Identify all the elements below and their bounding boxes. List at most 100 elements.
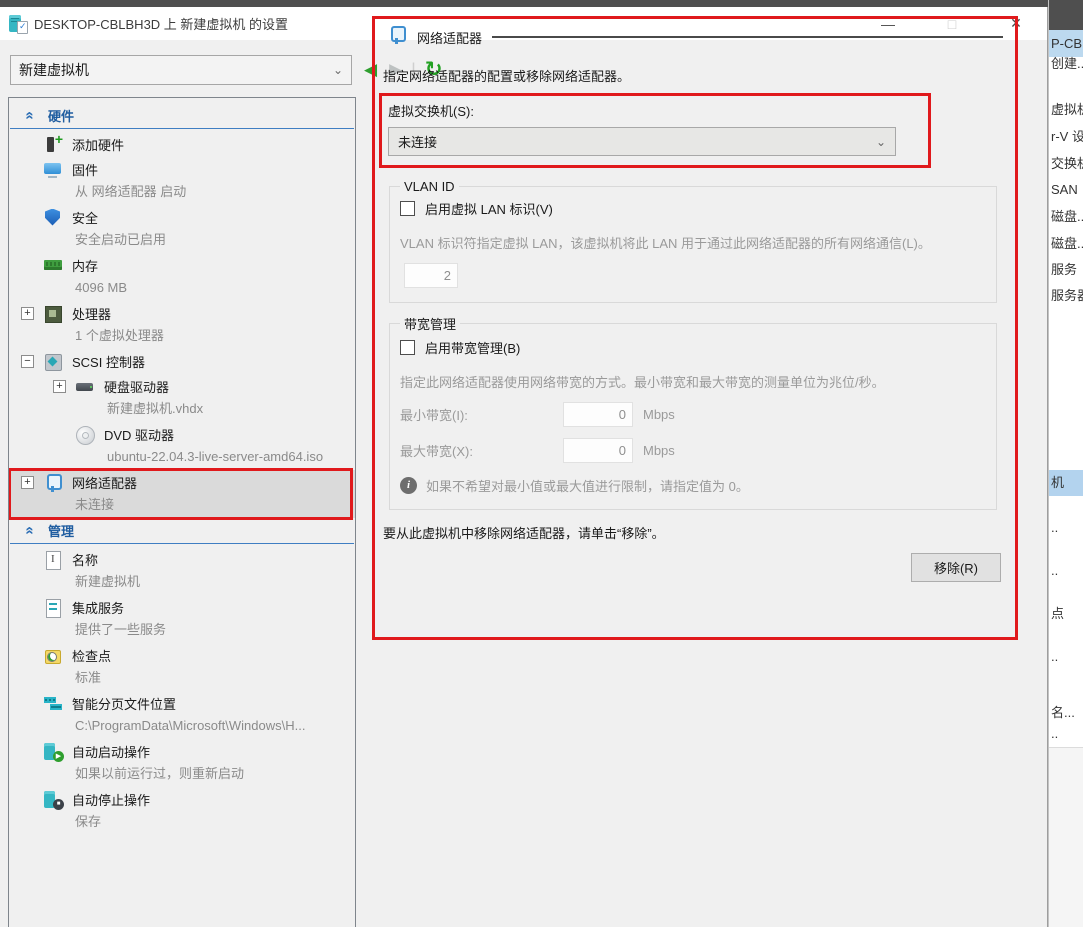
sidebar-item-integration[interactable]: 集成服务提供了一些服务 (9, 595, 355, 643)
background-item-fragment[interactable]: 磁盘... (1051, 208, 1083, 226)
add-hardware-icon (43, 135, 63, 155)
collapse-chevron-icon: « (22, 523, 39, 539)
vlan-id-input: 2 (404, 263, 458, 288)
virtual-switch-value: 未连接 (398, 132, 437, 151)
sidebar-item-label: 固件 (72, 160, 98, 179)
vm-settings-icon (8, 14, 28, 34)
sidebar-item-scsi[interactable]: − SCSI 控制器 (9, 349, 355, 374)
dialog-title: DESKTOP-CBLBH3D 上 新建虚拟机 的设置 (34, 14, 288, 33)
max-bandwidth-label: 最大带宽(X): (400, 441, 563, 460)
vlan-checkbox-label: 启用虚拟 LAN 标识(V) (425, 199, 553, 218)
vm-selector-value: 新建虚拟机 (19, 60, 89, 80)
sidebar-section-header[interactable]: «硬件 (10, 103, 354, 129)
sidebar-item-add-hardware[interactable]: 添加硬件 (9, 132, 355, 157)
background-item-fragment[interactable]: SAN (1051, 181, 1083, 199)
sidebar-item-processor[interactable]: + 处理器 1 个虚拟处理器 (9, 301, 355, 349)
virtual-switch-annotation: 虚拟交换机(S): 未连接 ⌄ (379, 93, 931, 168)
min-bandwidth-input: 0 (563, 402, 633, 427)
checkpoint-icon (43, 646, 63, 666)
vlan-group-title: VLAN ID (400, 179, 459, 194)
tree-expander[interactable]: + (53, 380, 66, 393)
sidebar-item-subtext: 保存 (9, 812, 355, 835)
sidebar-item-subtext: 新建虚拟机.vhdx (9, 399, 355, 422)
background-item-fragment[interactable]: 交换机 (1051, 155, 1083, 173)
sidebar-item-label: 网络适配器 (72, 473, 137, 492)
firmware-icon (43, 160, 63, 180)
sidebar-item-label: 自动停止操作 (72, 790, 150, 809)
background-window-top (1049, 0, 1083, 30)
vlan-checkbox[interactable] (400, 201, 415, 216)
bandwidth-group: 带宽管理 启用带宽管理(B) 指定此网络适配器使用网络带宽的方式。最小带宽和最大… (389, 314, 997, 510)
background-item-fragment[interactable]: 点 (1051, 605, 1083, 623)
sidebar-section-header[interactable]: «管理 (10, 518, 354, 544)
sidebar-item-label: SCSI 控制器 (72, 352, 145, 371)
sidebar-item-label: 处理器 (72, 304, 111, 323)
processor-icon (43, 304, 63, 324)
sidebar-item-label: 硬盘驱动器 (104, 377, 169, 396)
bandwidth-checkbox[interactable] (400, 340, 415, 355)
integration-icon (43, 598, 63, 618)
sidebar-item-autostop[interactable]: 自动停止操作保存 (9, 787, 355, 835)
sidebar-item-firmware[interactable]: 固件从 网络适配器 启动 (9, 157, 355, 205)
sidebar-item-subtext: 如果以前运行过，则重新启动 (9, 764, 355, 787)
sidebar-item-label: 集成服务 (72, 598, 124, 617)
remove-button[interactable]: 移除(R) (911, 553, 1001, 582)
sidebar-item-label: 自动启动操作 (72, 742, 150, 761)
sidebar-item-security[interactable]: 安全安全启动已启用 (9, 205, 355, 253)
tree-expander[interactable]: + (21, 307, 34, 320)
sidebar-item-subtext: 1 个虚拟处理器 (9, 326, 355, 349)
sidebar-item-subtext: 安全启动已启用 (9, 230, 355, 253)
background-window-strip: P-CBL 创建... 虚拟机 r-V 设交换机 SAN 磁盘... 磁盘... 服务服务器… (1048, 0, 1083, 927)
screen-top-strip (0, 0, 1083, 7)
sidebar-item-memory[interactable]: 内存4096 MB (9, 253, 355, 301)
remove-hint: 要从此虚拟机中移除网络适配器，请单击“移除”。 (383, 523, 1005, 542)
background-item-fragment[interactable]: .. (1051, 725, 1083, 743)
dvd-icon (75, 425, 95, 445)
virtual-switch-combobox[interactable]: 未连接 ⌄ (388, 127, 896, 156)
sidebar-item-subtext: 标准 (9, 668, 355, 691)
background-item-fragment[interactable]: 创建... (1051, 55, 1083, 73)
sidebar-item-hdd[interactable]: + 硬盘驱动器新建虚拟机.vhdx (9, 374, 355, 422)
network-icon (43, 473, 63, 493)
name-icon (43, 550, 63, 570)
background-item-fragment[interactable]: 名... (1051, 704, 1083, 722)
pane-description: 指定网络适配器的配置或移除网络适配器。 (383, 66, 1005, 85)
background-bottom-area (1049, 748, 1083, 927)
background-item-fragment[interactable]: .. (1051, 648, 1083, 666)
security-icon (43, 208, 63, 228)
paging-icon (43, 694, 63, 714)
background-item-fragment[interactable]: 机 (1051, 474, 1083, 492)
vm-selector-combobox[interactable]: 新建虚拟机 ⌄ (10, 55, 352, 85)
vlan-help-text: VLAN 标识符指定虚拟 LAN，该虚拟机将此 LAN 用于通过此网络适配器的所… (400, 235, 984, 252)
virtual-switch-label: 虚拟交换机(S): (388, 101, 920, 120)
sidebar-item-dvd[interactable]: DVD 驱动器ubuntu-22.04.3-live-server-amd64.… (9, 422, 355, 470)
sidebar-item-subtext: 4096 MB (9, 278, 355, 301)
sidebar-item-paging[interactable]: 智能分页文件位置C:\ProgramData\Microsoft\Windows… (9, 691, 355, 739)
sidebar-item-network[interactable]: +网络适配器未连接 (9, 470, 355, 518)
sidebar-item-label: 安全 (72, 208, 98, 227)
sidebar-item-subtext: 提供了一些服务 (9, 620, 355, 643)
memory-icon (43, 256, 63, 276)
autostart-icon (43, 742, 63, 762)
sidebar-item-checkpoint[interactable]: 检查点标准 (9, 643, 355, 691)
background-item-fragment[interactable]: .. (1051, 562, 1083, 580)
background-window-caption: P-CBL (1049, 30, 1083, 57)
sidebar-item-label: 智能分页文件位置 (72, 694, 176, 713)
sidebar-item-label: 检查点 (72, 646, 111, 665)
background-item-fragment[interactable]: 磁盘... (1051, 235, 1083, 253)
sidebar-item-label: 添加硬件 (72, 135, 124, 154)
tree-expander[interactable]: − (21, 355, 34, 368)
max-bandwidth-input: 0 (563, 438, 633, 463)
sidebar-item-name[interactable]: 名称新建虚拟机 (9, 547, 355, 595)
background-item-fragment[interactable]: 虚拟机 (1051, 101, 1083, 119)
background-item-fragment[interactable]: .. (1051, 519, 1083, 537)
sidebar-item-autostart[interactable]: 自动启动操作如果以前运行过，则重新启动 (9, 739, 355, 787)
tree-expander[interactable]: + (21, 476, 34, 489)
sidebar-item-label: 名称 (72, 550, 98, 569)
autostop-icon (43, 790, 63, 810)
background-item-fragment[interactable]: r-V 设 (1051, 128, 1083, 146)
background-item-fragment[interactable]: 服务器 (1051, 287, 1083, 305)
main-panel-annotation: 网络适配器 指定网络适配器的配置或移除网络适配器。 虚拟交换机(S): 未连接 … (372, 16, 1018, 640)
scsi-icon (43, 352, 63, 372)
background-item-fragment[interactable]: 服务 (1051, 261, 1083, 279)
